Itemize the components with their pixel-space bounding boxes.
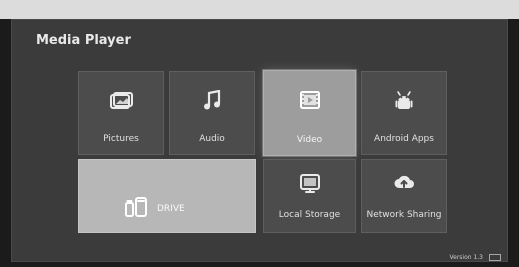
version-text: Version 1.3 — [449, 254, 483, 261]
music-note-icon — [199, 90, 225, 112]
tile-audio[interactable]: Audio — [169, 71, 255, 155]
tile-label: Network Sharing — [366, 210, 442, 220]
usb-drive-icon — [123, 194, 149, 224]
version-footer: Version 1.3 — [449, 254, 501, 261]
page-title: Media Player — [36, 33, 131, 48]
version-indicator-icon — [489, 254, 501, 261]
tile-video[interactable]: Video — [263, 70, 356, 156]
top-bar — [0, 0, 519, 19]
tile-network-sharing[interactable]: Network Sharing — [361, 159, 447, 233]
pictures-icon — [108, 90, 134, 112]
tile-drive[interactable]: DRIVE — [78, 159, 256, 233]
tile-label: Local Storage — [278, 210, 341, 220]
tile-android-apps[interactable]: Android Apps — [361, 71, 447, 155]
drive-label: DRIVE — [157, 204, 185, 214]
drive-row: DRIVE — [123, 194, 185, 224]
network-cloud-icon — [391, 172, 417, 194]
tile-label: Pictures — [103, 134, 139, 144]
tile-label: Audio — [199, 134, 225, 144]
film-icon — [297, 89, 323, 111]
tile-local-storage[interactable]: Local Storage — [263, 159, 356, 233]
local-storage-icon — [297, 172, 323, 194]
tile-label: Video — [296, 135, 323, 145]
tile-pictures[interactable]: Pictures — [78, 71, 164, 155]
android-icon — [391, 90, 417, 112]
tile-label: Android Apps — [374, 134, 434, 144]
